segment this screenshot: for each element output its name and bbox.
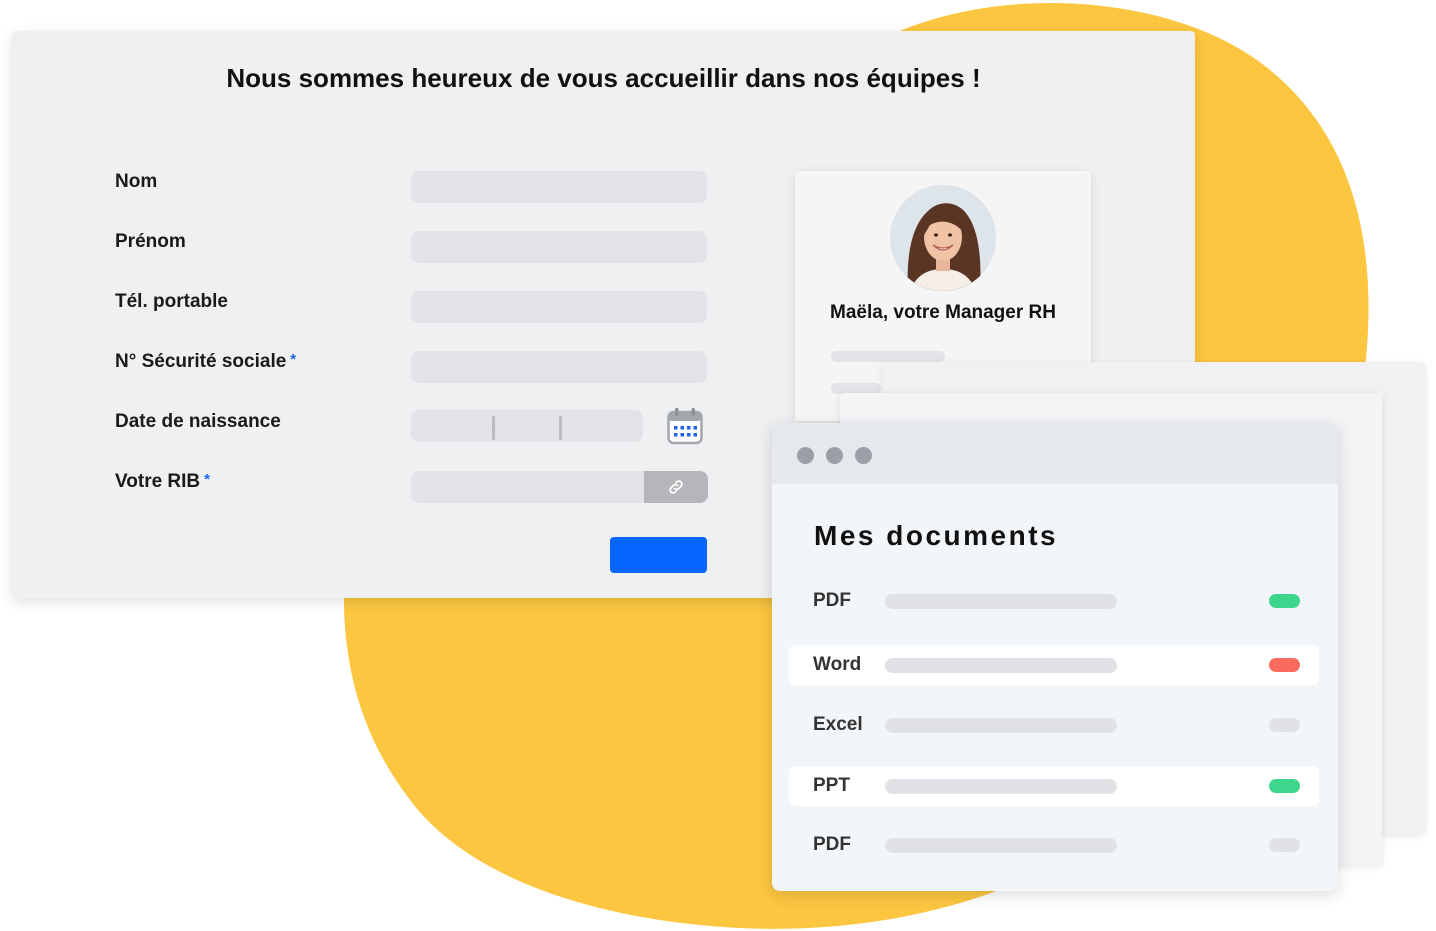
manager-avatar xyxy=(890,185,996,291)
field-label-rib: Votre RIB * xyxy=(115,471,211,492)
rib-input[interactable] xyxy=(411,471,651,503)
link-icon xyxy=(669,480,683,494)
status-badge xyxy=(1269,594,1300,608)
placeholder-line xyxy=(831,351,945,362)
document-row[interactable]: PDF xyxy=(789,581,1319,621)
status-badge xyxy=(1269,838,1300,852)
date-separator xyxy=(559,416,562,440)
prenom-input[interactable] xyxy=(411,231,707,263)
required-marker: * xyxy=(290,351,297,368)
required-marker: * xyxy=(204,471,211,488)
document-type: PPT xyxy=(813,775,850,796)
document-type: PDF xyxy=(813,834,851,855)
submit-button[interactable] xyxy=(610,537,707,573)
document-name-placeholder xyxy=(885,594,1117,609)
field-label-date-naissance: Date de naissance xyxy=(115,411,281,432)
document-name-placeholder xyxy=(885,838,1117,853)
document-name-placeholder xyxy=(885,779,1117,794)
window-control-dot[interactable] xyxy=(797,447,814,464)
document-row[interactable]: Excel xyxy=(789,705,1319,745)
document-name-placeholder xyxy=(885,658,1117,673)
document-row[interactable]: Word xyxy=(789,645,1319,685)
securite-sociale-input[interactable] xyxy=(411,351,707,383)
attach-rib-button[interactable] xyxy=(644,471,708,503)
status-badge xyxy=(1269,779,1300,793)
document-type: Word xyxy=(813,654,862,675)
documents-title: Mes documents xyxy=(814,520,1059,551)
calendar-icon[interactable] xyxy=(667,407,703,445)
status-badge xyxy=(1269,718,1300,732)
manager-name: Maëla, votre Manager RH xyxy=(830,302,1056,323)
field-label-tel: Tél. portable xyxy=(115,291,228,312)
field-label-prenom: Prénom xyxy=(115,231,186,252)
window-control-dot[interactable] xyxy=(855,447,872,464)
document-type: Excel xyxy=(813,714,863,735)
document-row[interactable]: PDF xyxy=(789,825,1319,865)
status-badge xyxy=(1269,658,1300,672)
documents-window: Mes documents PDF Word Excel PPT PDF xyxy=(772,423,1338,891)
document-row[interactable]: PPT xyxy=(789,766,1319,806)
window-titlebar xyxy=(772,423,1338,484)
tel-portable-input[interactable] xyxy=(411,291,707,323)
date-naissance-input[interactable] xyxy=(411,410,643,442)
date-separator xyxy=(492,416,495,440)
document-type: PDF xyxy=(813,590,851,611)
window-control-dot[interactable] xyxy=(826,447,843,464)
field-label-nom: Nom xyxy=(115,171,158,192)
document-name-placeholder xyxy=(885,718,1117,733)
form-title: Nous sommes heureux de vous accueillir d… xyxy=(226,63,981,93)
nom-input[interactable] xyxy=(411,171,707,203)
field-label-securite-sociale: N° Sécurité sociale * xyxy=(115,351,297,372)
